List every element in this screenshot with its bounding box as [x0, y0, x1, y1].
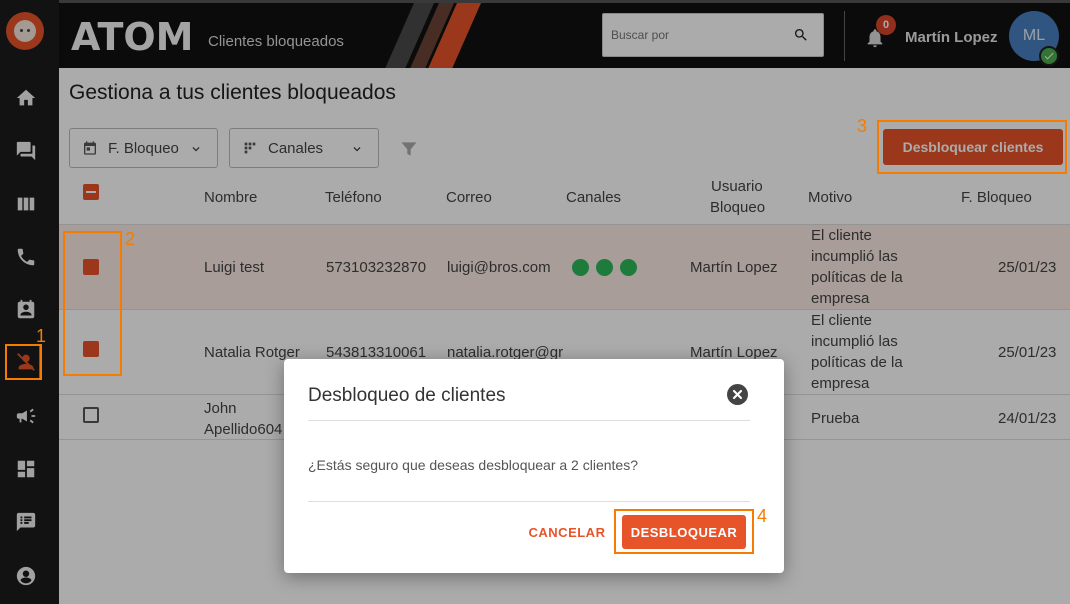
annotation-box-1: [5, 344, 42, 380]
cancel-button[interactable]: CANCELAR: [528, 517, 606, 547]
dialog-message: ¿Estás seguro que deseas desbloquear a 2…: [308, 457, 638, 473]
annotation-number-1: 1: [36, 326, 47, 346]
annotation-number-3: 3: [857, 116, 868, 136]
annotation-box-2: [63, 231, 122, 376]
annotation-box-3: [877, 120, 1067, 174]
close-icon[interactable]: [727, 384, 748, 405]
dialog-title: Desbloqueo de clientes: [308, 385, 506, 406]
dialog-divider: [308, 501, 750, 502]
annotation-number-2: 2: [125, 229, 136, 249]
annotation-number-4: 4: [757, 506, 768, 526]
dialog-divider: [308, 420, 750, 421]
annotation-box-4: [614, 509, 754, 554]
